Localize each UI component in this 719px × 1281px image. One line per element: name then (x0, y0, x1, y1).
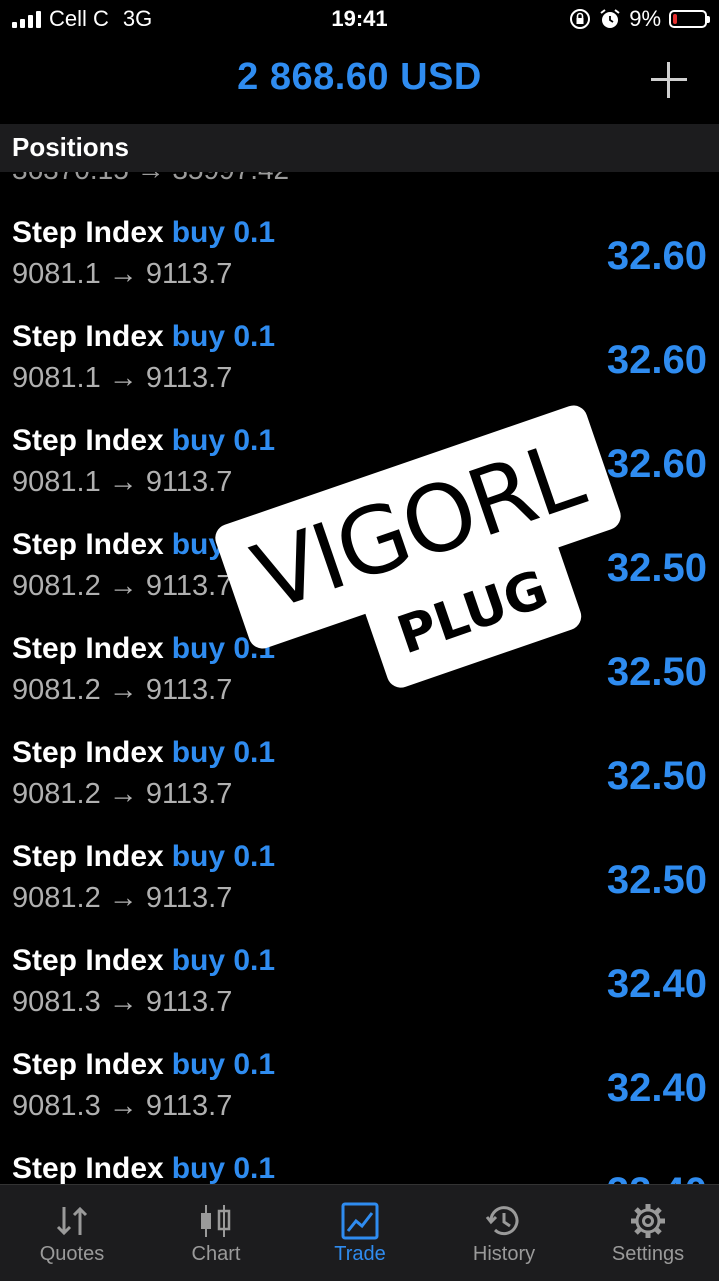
rotation-lock-icon (570, 9, 591, 29)
trade-chart-icon (341, 1202, 379, 1240)
position-prices: 9081.1 → 9113.7 (12, 362, 233, 394)
position-symbol: Step Index (12, 320, 164, 353)
tab-settings[interactable]: Settings (576, 1185, 719, 1281)
tab-label: Quotes (39, 1243, 105, 1265)
position-profit: 32.60 (606, 234, 707, 278)
battery-percent: 9% (629, 6, 661, 31)
position-prices: 9081.3 → 9113.7 (12, 986, 233, 1018)
positions-section-header: Positions (0, 124, 719, 172)
position-profit: 32.50 (606, 754, 707, 798)
position-profit: 32.60 (606, 338, 707, 382)
position-prices: 9081.1 → 9113.7 (12, 258, 233, 290)
candlestick-chart-icon (201, 1205, 231, 1237)
position-symbol: Step Index (12, 424, 164, 457)
position-row[interactable]: Step Index buy 0.1 9081.1 → 9113.7 32.60 (0, 310, 719, 414)
position-side: buy 0.1 (171, 736, 276, 769)
position-row[interactable]: Step Indexbuy 0.1 9081.2 → 9113.7 32.50 (0, 830, 719, 934)
tab-label: Trade (334, 1243, 386, 1265)
position-side: buy 0.1 (171, 216, 276, 249)
position-prices: 9081.2 → 9113.7 (12, 778, 233, 810)
positions-list[interactable]: 36370.15 → 35997.42 Step Indexbuy 0.1 90… (0, 172, 719, 1184)
status-right: 9% (569, 6, 710, 32)
tab-label: History (472, 1243, 536, 1265)
position-row[interactable]: Step Indexbuy 0.1 32.40 (0, 1142, 719, 1184)
position-row[interactable]: Step Index buy 0.1 9081.1 → 9113.7 32.60 (0, 206, 719, 310)
account-balance: 2 868.60 USD (237, 56, 482, 98)
position-side: buy 0.1 (171, 1048, 276, 1081)
alarm-icon (600, 9, 620, 28)
position-prices: 9081.1 → 9113.7 (12, 466, 233, 498)
position-side: buy 0.1 (171, 424, 276, 457)
position-side: buy 0.1 (171, 320, 276, 353)
tab-chart[interactable]: Chart (144, 1185, 288, 1281)
position-prices: 9081.2 → 9113.7 (12, 570, 233, 602)
position-row[interactable]: Step Indexbuy 0.1 9081.2 → 9113.7 32.50 (0, 622, 719, 726)
position-side: buy 0.1 (171, 840, 276, 873)
position-symbol: Step Index (12, 840, 164, 873)
position-side: buy 0.1 (171, 1152, 276, 1184)
position-prices: 9081.3 → 9113.7 (12, 1090, 233, 1122)
position-symbol: Step Index (12, 1152, 164, 1184)
plus-icon[interactable] (649, 60, 689, 100)
bottom-tab-bar: Quotes Chart Trade History Settings (0, 1184, 719, 1281)
position-symbol: Step Index (12, 528, 164, 561)
status-bar: Cell C 3G 19:41 9% (0, 0, 719, 40)
gear-icon (631, 1204, 665, 1238)
history-clock-icon (485, 1206, 519, 1236)
tab-history[interactable]: History (432, 1185, 576, 1281)
partial-position-row: 36370.15 → 35997.42 (12, 172, 289, 186)
tab-label: Chart (191, 1243, 241, 1265)
tab-label: Settings (611, 1243, 685, 1265)
tab-trade[interactable]: Trade (288, 1185, 432, 1281)
position-row[interactable]: Step Index buy 0.1 9081.3 → 9113.7 32.40 (0, 1038, 719, 1142)
position-symbol: Step Index (12, 216, 164, 249)
position-profit: 32.50 (606, 650, 707, 694)
position-prices: 9081.2 → 9113.7 (12, 674, 233, 706)
position-symbol: Step Index (12, 632, 164, 665)
app-header: 2 868.60 USD (0, 40, 719, 124)
position-row[interactable]: Step Index buy 0.1 9081.3 → 9113.7 32.40 (0, 934, 719, 1038)
battery-icon (669, 10, 710, 28)
position-symbol: Step Index (12, 736, 164, 769)
position-row[interactable]: Step Indexbuy 0.1 9081.2 → 9113.7 32.50 (0, 726, 719, 830)
position-symbol: Step Index (12, 944, 164, 977)
position-profit: 32.50 (606, 858, 707, 902)
position-prices: 9081.2 → 9113.7 (12, 882, 233, 914)
tab-quotes[interactable]: Quotes (0, 1185, 144, 1281)
position-profit: 32.40 (606, 1066, 707, 1110)
position-profit: 32.40 (606, 962, 707, 1006)
position-profit: 32.50 (606, 546, 707, 590)
position-profit: 32.40 (607, 1170, 707, 1184)
position-profit: 32.60 (606, 442, 707, 486)
quotes-arrows-icon (56, 1206, 88, 1236)
position-side: buy 0.1 (171, 944, 276, 977)
position-symbol: Step Index (12, 1048, 164, 1081)
